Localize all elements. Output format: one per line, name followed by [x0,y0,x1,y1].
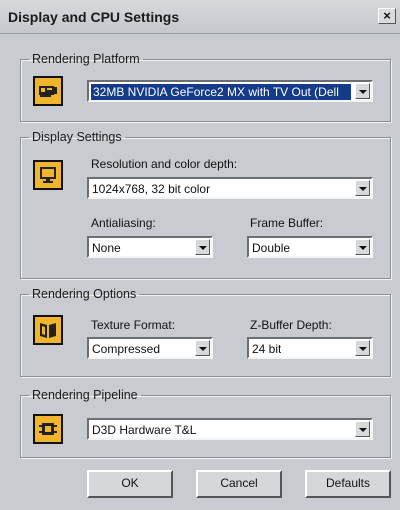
graphics-card-icon [33,76,63,106]
frame-buffer-label: Frame Buffer: [250,216,324,230]
resolution-value: 1024x768, 32 bit color [92,182,211,196]
chevron-down-icon[interactable] [195,340,210,356]
chevron-down-icon[interactable] [355,239,370,255]
cancel-button[interactable]: Cancel [196,470,282,498]
rendering-platform-legend: Rendering Platform [32,52,140,66]
antialiasing-label: Antialiasing: [91,216,156,230]
title-bar: Display and CPU Settings × [0,0,400,34]
rendering-platform-value: 32MB NVIDIA GeForce2 MX with TV Out (Del… [91,84,351,100]
texture-format-label: Texture Format: [91,318,176,332]
defaults-button[interactable]: Defaults [305,470,391,498]
book-icon [33,315,63,345]
chevron-down-icon[interactable] [355,340,370,356]
window-title: Display and CPU Settings [8,9,180,25]
close-button[interactable]: × [378,8,396,24]
rendering-pipeline-value: D3D Hardware T&L [92,423,197,437]
frame-buffer-select[interactable]: Double [247,236,373,258]
texture-format-value: Compressed [92,342,161,356]
chip-icon [33,414,63,444]
chevron-down-icon[interactable] [355,83,370,99]
zbuffer-depth-value: 24 bit [252,342,282,356]
display-settings-legend: Display Settings [32,130,122,144]
rendering-options-group: Rendering Options [20,287,391,377]
chevron-down-icon[interactable] [355,180,370,196]
resolution-label: Resolution and color depth: [91,157,238,171]
texture-format-select[interactable]: Compressed [87,337,213,359]
antialiasing-value: None [92,241,121,255]
rendering-platform-select[interactable]: 32MB NVIDIA GeForce2 MX with TV Out (Del… [87,80,373,102]
chevron-down-icon[interactable] [195,239,210,255]
rendering-options-legend: Rendering Options [32,287,137,301]
antialiasing-select[interactable]: None [87,236,213,258]
resolution-select[interactable]: 1024x768, 32 bit color [87,177,373,199]
frame-buffer-value: Double [252,241,291,255]
ok-button[interactable]: OK [87,470,173,498]
monitor-icon [33,160,63,190]
rendering-pipeline-legend: Rendering Pipeline [32,388,138,402]
zbuffer-depth-select[interactable]: 24 bit [247,337,373,359]
zbuffer-depth-label: Z-Buffer Depth: [250,318,332,332]
rendering-pipeline-select[interactable]: D3D Hardware T&L [87,418,373,440]
chevron-down-icon[interactable] [355,421,370,437]
